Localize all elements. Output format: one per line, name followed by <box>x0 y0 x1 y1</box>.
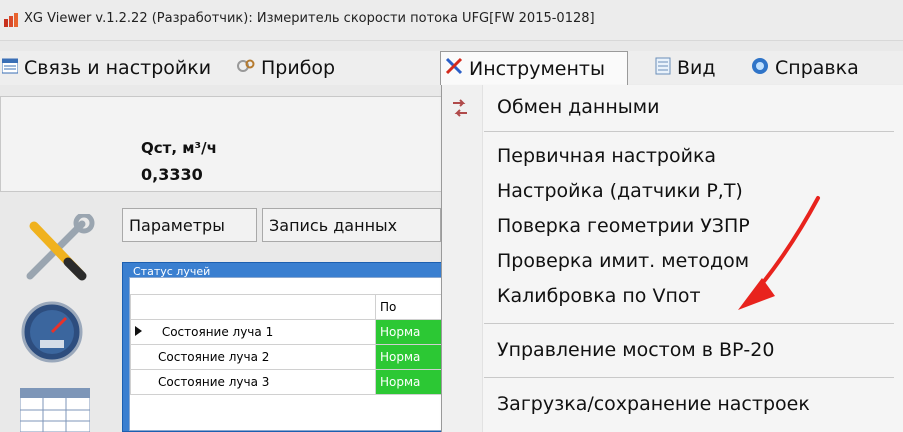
menu-item-data-exchange[interactable]: Обмен данными <box>497 96 659 118</box>
menu-item-load-save-settings[interactable]: Загрузка/сохранение настроек <box>497 393 810 415</box>
table-row[interactable]: Состояние луча 1 Норма <box>130 319 450 345</box>
ray-status-table: По Состояние луча 1 Норма Состояние луча… <box>130 294 450 395</box>
data-record-button[interactable]: Запись данных <box>262 208 441 242</box>
menu-bar: Связь и настройки Прибор Инструменты Вид… <box>0 51 903 85</box>
menu-help-label: Справка <box>775 57 859 79</box>
title-bar: XG Viewer v.1.2.22 (Разработчик): Измери… <box>0 0 903 41</box>
menu-tools[interactable]: Инструменты <box>440 51 628 85</box>
tools-dropdown-menu: Обмен данными Первичная настройка Настро… <box>441 85 903 432</box>
view-icon <box>655 57 671 80</box>
ray-name: Состояние луча 2 <box>130 344 376 370</box>
table-header-row: По <box>130 294 450 320</box>
menu-icon-gutter <box>442 85 483 432</box>
ray-status: Норма <box>375 344 450 370</box>
menu-item-bridge-control[interactable]: Управление мостом в ВР-20 <box>497 339 774 361</box>
ray-status-panel: Статус лучей По Состояние луча 1 Норма С… <box>122 262 452 432</box>
ray-status-grid: По Состояние луча 1 Норма Состояние луча… <box>129 277 451 431</box>
column-header[interactable]: По <box>375 294 450 320</box>
flow-rate-label: Qст, м³/ч <box>141 139 217 157</box>
flow-rate-panel: Qст, м³/ч 0,3330 <box>0 96 445 192</box>
app-icon <box>4 13 18 27</box>
window-title: XG Viewer v.1.2.22 (Разработчик): Измери… <box>24 11 595 26</box>
menu-view[interactable]: Вид <box>655 51 716 85</box>
menu-item-primary-setup[interactable]: Первичная настройка <box>497 145 716 167</box>
gauge-icon[interactable] <box>20 300 84 364</box>
device-icon <box>237 57 255 79</box>
flow-rate-value: 0,3330 <box>141 165 203 184</box>
menu-connection-settings-label: Связь и настройки <box>24 57 212 79</box>
ray-status: Норма <box>375 319 450 345</box>
help-icon <box>751 57 769 80</box>
menu-separator <box>484 377 894 378</box>
table-row[interactable]: Состояние луча 3 Норма <box>130 369 450 395</box>
menu-view-label: Вид <box>677 57 716 79</box>
menu-connection-settings[interactable]: Связь и настройки <box>1 51 212 85</box>
menu-help[interactable]: Справка <box>751 51 859 85</box>
ray-status: Норма <box>375 369 450 395</box>
table-row[interactable]: Состояние луча 2 Норма <box>130 344 450 370</box>
current-row-marker-icon <box>135 326 142 336</box>
menu-separator <box>484 323 894 324</box>
menu-item-simulation-check[interactable]: Проверка имит. методом <box>497 250 749 272</box>
menu-item-vpot-calibration[interactable]: Калибровка по Vпот <box>497 285 701 307</box>
ray-name: Состояние луча 3 <box>130 369 376 395</box>
menu-item-sensor-setup[interactable]: Настройка (датчики Р,Т) <box>497 180 743 202</box>
menu-separator <box>484 131 894 132</box>
menu-device[interactable]: Прибор <box>237 51 335 85</box>
tools-icon <box>445 57 463 80</box>
menu-tools-label: Инструменты <box>469 57 605 80</box>
data-exchange-icon <box>453 99 467 117</box>
menu-device-label: Прибор <box>261 57 336 79</box>
parameters-button[interactable]: Параметры <box>122 208 257 242</box>
connection-settings-icon <box>1 57 19 79</box>
ray-name: Состояние луча 1 <box>161 325 274 339</box>
menu-item-geometry-verification[interactable]: Поверка геометрии УЗПР <box>497 215 750 237</box>
tools-settings-icon[interactable] <box>20 214 96 284</box>
table-icon[interactable] <box>20 388 90 432</box>
